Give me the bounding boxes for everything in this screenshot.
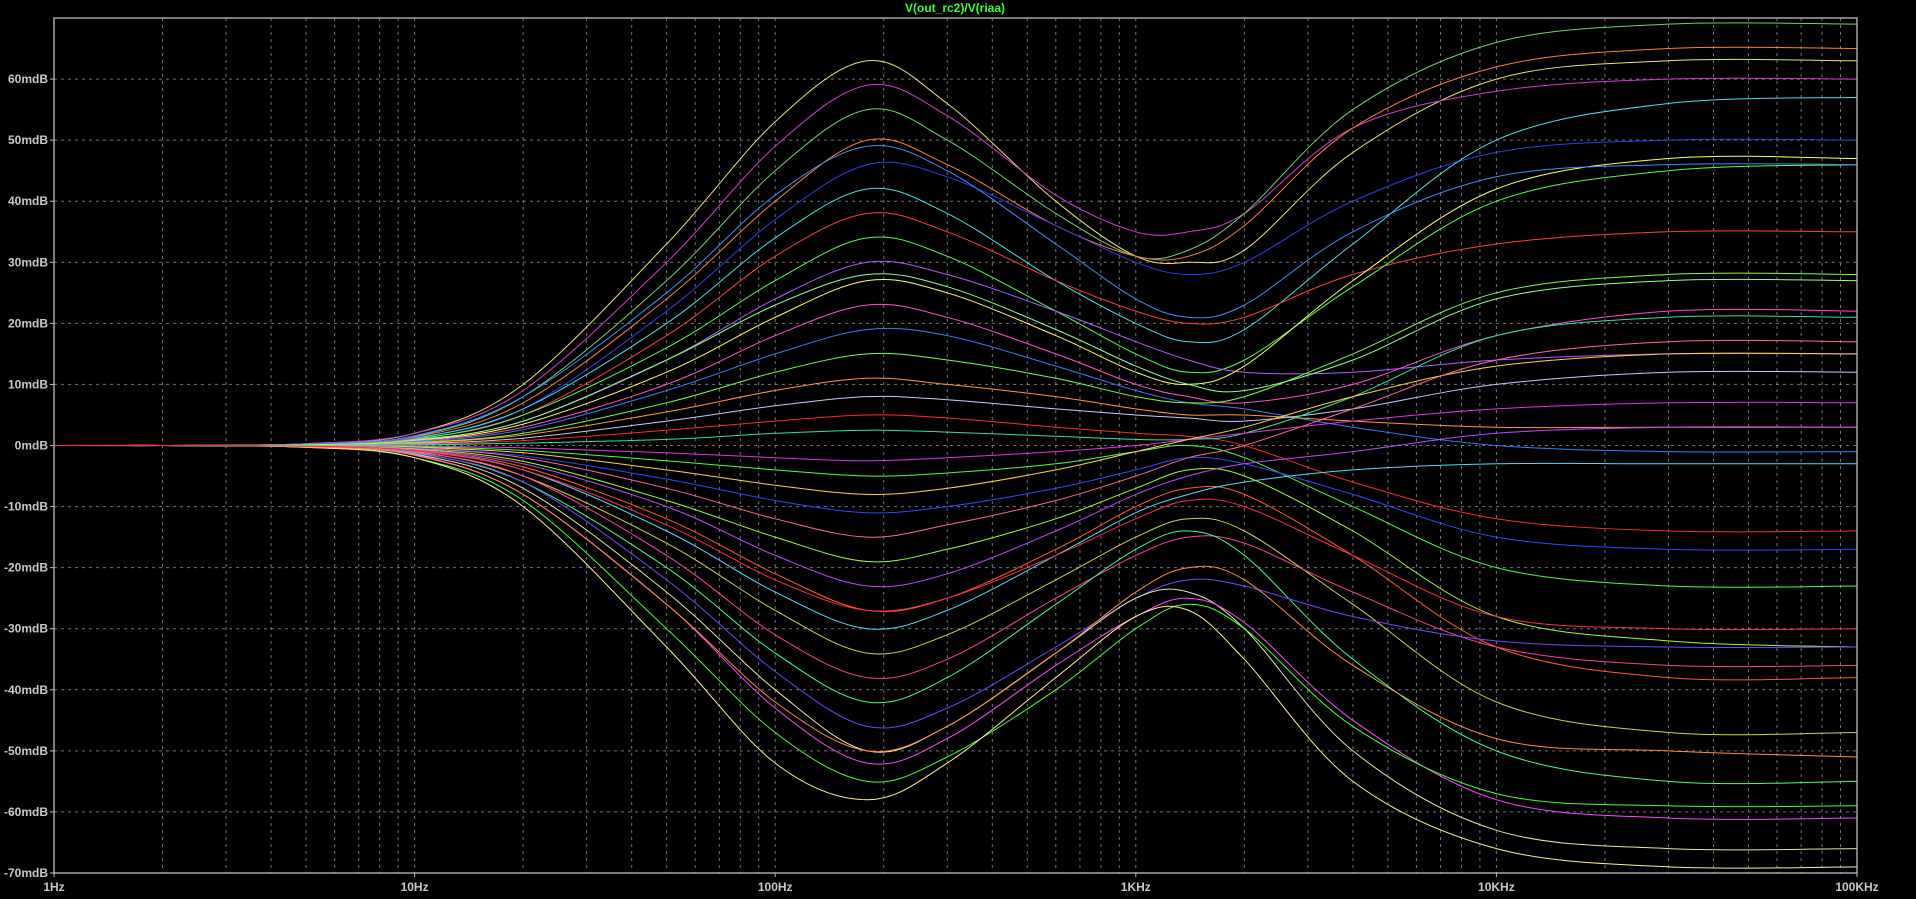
y-tick-label: -20mdB — [4, 561, 48, 575]
y-tick-label: 10mdB — [8, 377, 48, 391]
plot-title: V(out_rc2)/V(riaa) — [905, 1, 1005, 15]
x-tick-label: 1Hz — [43, 880, 64, 894]
y-tick-label: 60mdB — [8, 72, 48, 86]
x-tick-label: 100KHz — [1835, 880, 1878, 894]
x-tick-label: 100Hz — [758, 880, 793, 894]
y-tick-label: -10mdB — [4, 500, 48, 514]
y-tick-label: 0mdB — [15, 439, 49, 453]
x-tick-label: 1KHz — [1121, 880, 1151, 894]
y-tick-label: 20mdB — [8, 316, 48, 330]
y-tick-label: -60mdB — [4, 805, 48, 819]
y-tick-label: -70mdB — [4, 866, 48, 880]
y-tick-label: -40mdB — [4, 683, 48, 697]
plot-background — [0, 0, 1916, 899]
bode-plot: V(out_rc2)/V(riaa) 60mdB 50mdB 40mdB 30mdB 2… — [0, 0, 1916, 899]
y-tick-label: 40mdB — [8, 194, 48, 208]
x-tick-label: 10Hz — [401, 880, 429, 894]
y-tick-label: 30mdB — [8, 255, 48, 269]
x-tick-label: 10KHz — [1478, 880, 1515, 894]
y-tick-label: -30mdB — [4, 622, 48, 636]
y-tick-label: 50mdB — [8, 133, 48, 147]
y-tick-label: -50mdB — [4, 744, 48, 758]
